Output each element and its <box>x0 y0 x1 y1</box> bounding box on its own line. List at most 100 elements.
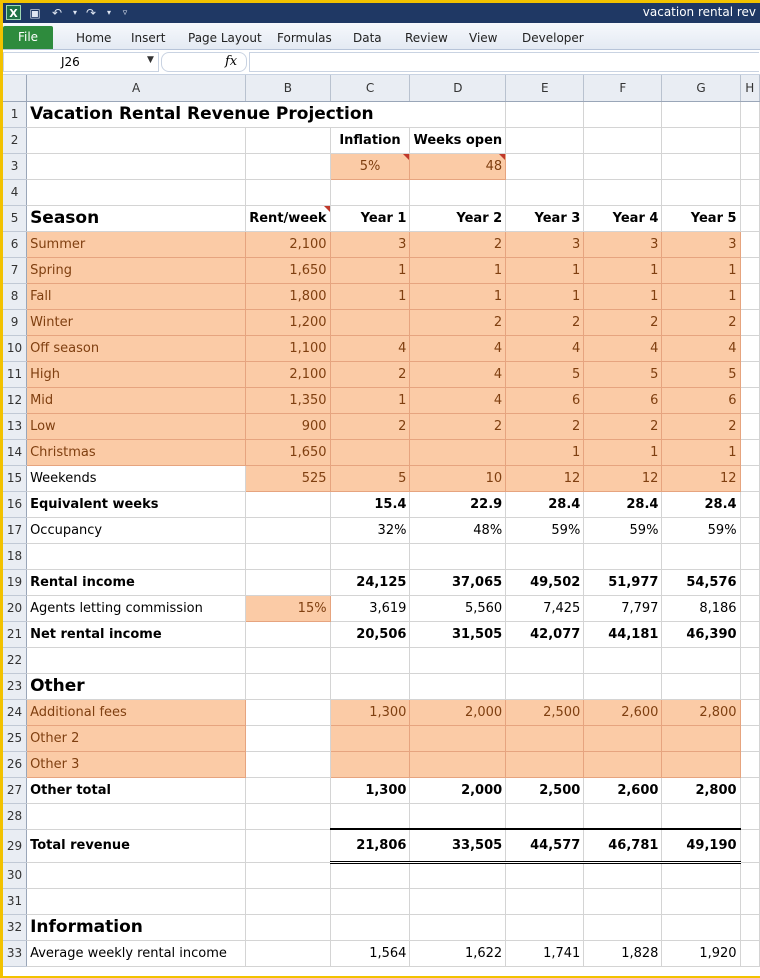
column-header-g[interactable]: G <box>661 75 741 102</box>
cell[interactable] <box>661 179 741 206</box>
row-header[interactable]: 30 <box>3 862 28 889</box>
cell[interactable] <box>661 127 741 154</box>
cell[interactable] <box>505 127 585 154</box>
season-weeks[interactable]: 2 <box>330 361 411 388</box>
cell[interactable] <box>740 751 760 778</box>
cell[interactable] <box>245 862 331 889</box>
row-header[interactable]: 31 <box>3 888 28 915</box>
cell[interactable] <box>740 335 760 362</box>
season-rent[interactable]: 1,650 <box>245 257 331 284</box>
equivalent-weeks-label[interactable]: Equivalent weeks <box>26 491 247 518</box>
season-weeks[interactable]: 2 <box>409 309 507 336</box>
season-weeks[interactable]: 2 <box>583 413 663 440</box>
tab-review[interactable]: Review <box>405 31 448 45</box>
season-weeks[interactable]: 6 <box>661 387 741 414</box>
occupancy-y2[interactable]: 48% <box>409 517 507 544</box>
total-revenue-y5[interactable]: 49,190 <box>661 828 741 864</box>
commission-label[interactable]: Agents letting commission <box>26 595 247 622</box>
weekends-rent[interactable]: 525 <box>245 465 331 492</box>
cell[interactable] <box>245 777 331 804</box>
cell[interactable] <box>740 725 760 752</box>
cell[interactable] <box>409 543 507 570</box>
season-weeks[interactable]: 4 <box>409 387 507 414</box>
season-rent[interactable]: 1,100 <box>245 335 331 362</box>
tab-page-layout[interactable]: Page Layout <box>188 31 262 45</box>
cell[interactable] <box>661 543 741 570</box>
cell[interactable] <box>409 673 507 700</box>
row-header[interactable]: 2 <box>3 127 28 154</box>
season-rent[interactable]: 1,350 <box>245 387 331 414</box>
weekends-count[interactable]: 12 <box>505 465 585 492</box>
cell[interactable] <box>740 309 760 336</box>
season-weeks[interactable]: 3 <box>330 231 411 258</box>
season-name[interactable]: Off season <box>26 335 247 362</box>
total-revenue-y4[interactable]: 46,781 <box>583 828 663 864</box>
name-box-dropdown-icon[interactable]: ▼ <box>147 55 154 65</box>
weekends-count[interactable]: 12 <box>661 465 741 492</box>
season-weeks[interactable]: 2 <box>583 309 663 336</box>
column-header-d[interactable]: D <box>409 75 507 102</box>
other-item-value[interactable] <box>330 751 411 778</box>
cell[interactable] <box>330 543 411 570</box>
cell[interactable] <box>740 829 760 863</box>
cell[interactable] <box>245 751 331 778</box>
row-header[interactable]: 20 <box>3 595 28 622</box>
cell[interactable] <box>505 101 585 128</box>
cell[interactable] <box>740 465 760 492</box>
cell[interactable] <box>26 179 247 206</box>
rental-income-label[interactable]: Rental income <box>26 569 247 596</box>
cell[interactable] <box>26 647 247 674</box>
season-weeks[interactable]: 1 <box>505 439 585 466</box>
cell[interactable] <box>740 803 760 830</box>
net-rental-income-label[interactable]: Net rental income <box>26 621 247 648</box>
column-header-h[interactable]: H <box>740 75 760 102</box>
rental-income-y3[interactable]: 49,502 <box>505 569 585 596</box>
occupancy-y5[interactable]: 59% <box>661 517 741 544</box>
cell[interactable] <box>245 569 331 596</box>
cell[interactable] <box>740 283 760 310</box>
season-rent[interactable]: 1,200 <box>245 309 331 336</box>
cell[interactable] <box>26 153 247 180</box>
cell[interactable] <box>245 888 331 915</box>
cell[interactable] <box>330 803 411 830</box>
avg-weekly-y5[interactable]: 1,920 <box>661 940 741 967</box>
year-header-5[interactable]: Year 5 <box>661 205 741 232</box>
other-item-value[interactable] <box>583 751 663 778</box>
row-header[interactable]: 29 <box>3 829 28 863</box>
other-item-value[interactable] <box>661 725 741 752</box>
cell[interactable] <box>740 153 760 180</box>
cell[interactable] <box>740 179 760 206</box>
row-header[interactable]: 12 <box>3 387 28 414</box>
cell[interactable] <box>505 543 585 570</box>
other-item-value[interactable] <box>330 725 411 752</box>
row-header[interactable]: 22 <box>3 647 28 674</box>
cell[interactable] <box>26 803 247 830</box>
row-header[interactable]: 11 <box>3 361 28 388</box>
row-header[interactable]: 32 <box>3 914 28 941</box>
commission-y1[interactable]: 3,619 <box>330 595 411 622</box>
net-rental-income-y1[interactable]: 20,506 <box>330 621 411 648</box>
season-rent[interactable]: 2,100 <box>245 361 331 388</box>
season-weeks[interactable]: 1 <box>661 257 741 284</box>
tab-insert[interactable]: Insert <box>131 31 165 45</box>
rental-income-y5[interactable]: 54,576 <box>661 569 741 596</box>
avg-weekly-y2[interactable]: 1,622 <box>409 940 507 967</box>
row-header[interactable]: 18 <box>3 543 28 570</box>
season-weeks[interactable]: 2 <box>409 413 507 440</box>
season-rent[interactable]: 1,650 <box>245 439 331 466</box>
cell[interactable] <box>330 647 411 674</box>
cell[interactable] <box>505 803 585 830</box>
cell[interactable] <box>740 387 760 414</box>
cell[interactable] <box>740 673 760 700</box>
cell[interactable] <box>245 725 331 752</box>
commission-rate-input[interactable]: 15% <box>245 595 331 622</box>
tab-home[interactable]: Home <box>76 31 111 45</box>
cell[interactable] <box>245 803 331 830</box>
season-weeks[interactable]: 1 <box>583 257 663 284</box>
formula-input[interactable] <box>249 52 759 72</box>
cell[interactable] <box>583 803 663 830</box>
other-item-value[interactable] <box>409 751 507 778</box>
row-header[interactable]: 4 <box>3 179 28 206</box>
cell[interactable] <box>245 517 331 544</box>
total-revenue-y1[interactable]: 21,806 <box>330 828 411 864</box>
